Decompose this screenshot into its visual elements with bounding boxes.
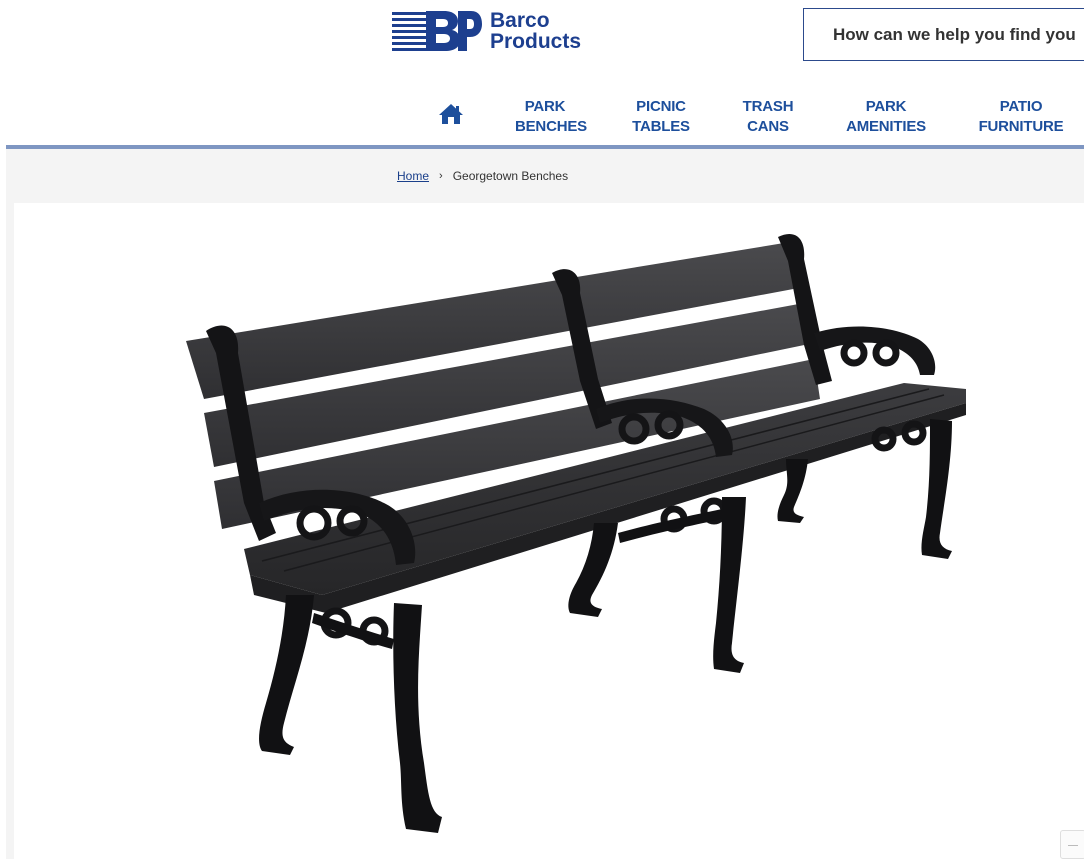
product-image-panel: [14, 203, 1084, 859]
site-header: Barco Products How can we help you find …: [0, 0, 1084, 150]
nav-patio-furniture-line1: PATIO: [999, 98, 1043, 115]
nav-picnic-tables-line2: TABLES: [632, 118, 690, 135]
nav-park-amenities-line1: PARK: [865, 98, 907, 115]
breadcrumb-current: Georgetown Benches: [452, 169, 569, 183]
breadcrumb-separator-icon: ›: [439, 170, 443, 182]
bench-image[interactable]: [14, 203, 1084, 859]
nav-park-amenities-line2: AMENITIES: [846, 118, 926, 135]
brand-logo[interactable]: Barco Products: [392, 9, 581, 53]
brand-line-2: Products: [490, 30, 582, 53]
nav-trash-cans[interactable]: TRASH CANS: [737, 97, 799, 137]
scroll-to-top-button[interactable]: [1060, 830, 1084, 859]
nav-park-amenities[interactable]: PARK AMENITIES: [842, 97, 930, 137]
main-nav: PARK BENCHES PICNIC TABLES TRASH CANS PA…: [0, 95, 1084, 139]
nav-home-link[interactable]: [438, 103, 464, 130]
nav-park-benches-line1: PARK: [524, 98, 566, 115]
nav-trash-cans-line1: TRASH: [742, 98, 794, 115]
breadcrumb: Home › Georgetown Benches: [397, 169, 568, 183]
breadcrumb-home-link[interactable]: Home: [397, 169, 429, 183]
nav-park-benches[interactable]: PARK BENCHES: [515, 97, 587, 137]
nav-picnic-tables[interactable]: PICNIC TABLES: [630, 97, 692, 137]
search-input[interactable]: How can we help you find you: [803, 8, 1084, 61]
home-icon: [439, 104, 463, 124]
scroll-dash-icon: [1068, 845, 1078, 846]
brand-line-1: Barco: [490, 9, 550, 32]
search-placeholder: How can we help you find you: [833, 24, 1076, 44]
nav-park-benches-line2: BENCHES: [515, 118, 587, 135]
nav-patio-furniture[interactable]: PATIO FURNITURE: [973, 97, 1069, 137]
bp-logo-icon: [392, 11, 482, 51]
nav-trash-cans-line2: CANS: [747, 118, 789, 135]
nav-patio-furniture-line2: FURNITURE: [978, 118, 1064, 135]
nav-picnic-tables-line1: PICNIC: [636, 98, 686, 115]
brand-name: Barco Products: [490, 10, 581, 52]
